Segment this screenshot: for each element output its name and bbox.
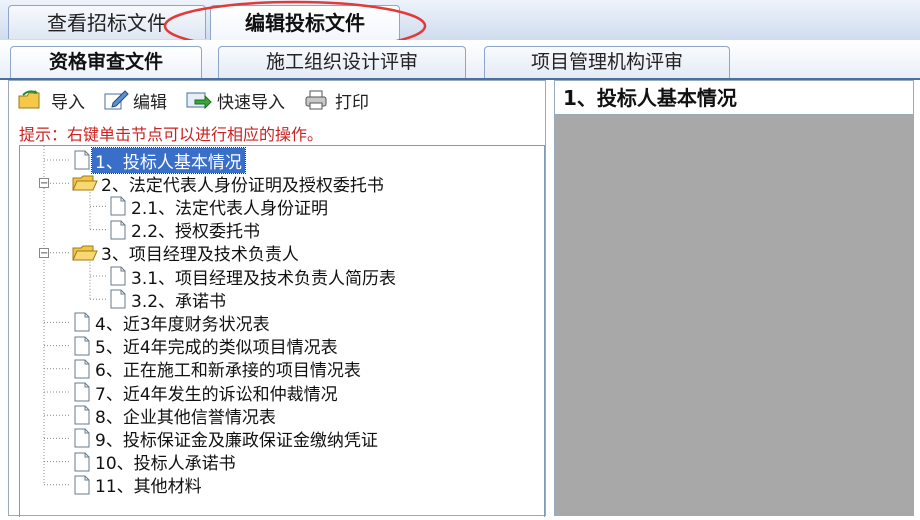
tree-toolbar: 导入 编辑 快速导入 打印 <box>17 87 387 113</box>
tree-item-label: 2、法定代表人身份证明及授权委托书 <box>101 175 384 196</box>
document-icon <box>110 196 126 216</box>
tree-item-label: 1、投标人基本情况 <box>91 146 246 174</box>
document-icon <box>74 312 90 332</box>
preview-content-area[interactable] <box>555 115 913 515</box>
tree-item-label: 2.1、法定代表人身份证明 <box>131 198 329 219</box>
outline-tree: 1、投标人基本情况 2、法定代表人身份证明及授权委托书 − 2.1、法定代表人身份证明… <box>19 145 545 517</box>
tree-child-item[interactable]: 3.1、项目经理及技术负责人简历表 <box>108 265 399 289</box>
tab-label: 施工组织设计评审 <box>265 51 418 73</box>
tree-item-label: 10、投标人承诺书 <box>95 454 236 475</box>
print-button[interactable]: 打印 <box>303 88 369 113</box>
tree-item[interactable]: 2、法定代表人身份证明及授权委托书 <box>72 172 387 196</box>
tree-item-label: 3.2、承诺书 <box>131 291 227 312</box>
printer-icon <box>305 90 327 110</box>
import-folder-icon <box>18 90 40 109</box>
tree-item[interactable]: 7、近4年发生的诉讼和仲裁情况 <box>72 381 341 405</box>
tree-child-item[interactable]: 3.2、承诺书 <box>108 288 229 312</box>
preview-panel: 1、投标人基本情况 <box>554 80 914 516</box>
document-icon <box>74 336 90 356</box>
tree-item[interactable]: 4、近3年度财务状况表 <box>72 311 273 335</box>
document-tab-strip: 查看招标文件 编辑投标文件 <box>0 0 920 41</box>
tree-item-label: 9、投标保证金及廉政保证金缴纳凭证 <box>95 430 378 451</box>
document-icon <box>110 220 126 240</box>
tab-construction-design-review[interactable]: 施工组织设计评审 <box>218 46 466 78</box>
tree-item-label: 7、近4年发生的诉讼和仲裁情况 <box>95 384 338 405</box>
document-icon <box>74 150 90 170</box>
tree-child-item[interactable]: 2.1、法定代表人身份证明 <box>108 195 331 219</box>
tree-item[interactable]: 11、其他材料 <box>72 474 205 498</box>
quick-import-label: 快速导入 <box>217 92 285 113</box>
tab-label: 资格审查文件 <box>48 51 163 73</box>
folder-open-icon <box>72 175 98 191</box>
tree-item-label: 4、近3年度财务状况表 <box>95 314 270 335</box>
quick-import-button[interactable]: 快速导入 <box>185 88 285 113</box>
tree-item[interactable]: 1、投标人基本情况 <box>72 146 246 174</box>
tree-item-label: 5、近4年完成的类似项目情况表 <box>95 338 338 359</box>
tree-item[interactable]: 3、项目经理及技术负责人 <box>72 242 302 266</box>
tree-item-label: 6、正在施工和新承接的项目情况表 <box>95 361 361 382</box>
print-label: 打印 <box>335 92 369 113</box>
tab-edit-bid-file[interactable]: 编辑投标文件 <box>210 5 400 41</box>
import-label: 导入 <box>51 92 85 113</box>
document-icon <box>74 452 90 472</box>
tab-view-tender-file[interactable]: 查看招标文件 <box>8 5 206 39</box>
document-icon <box>110 266 126 286</box>
document-icon <box>74 382 90 402</box>
import-button[interactable]: 导入 <box>17 88 85 113</box>
tab-label: 项目管理机构评审 <box>530 51 683 73</box>
edit-button[interactable]: 编辑 <box>103 88 167 113</box>
preview-title: 1、投标人基本情况 <box>555 81 913 115</box>
document-icon <box>74 405 90 425</box>
document-icon <box>110 289 126 309</box>
tree-item-label: 3、项目经理及技术负责人 <box>101 245 299 266</box>
tab-project-management-review[interactable]: 项目管理机构评审 <box>484 46 730 78</box>
tab-qualification-review[interactable]: 资格审查文件 <box>10 46 202 78</box>
document-icon <box>74 475 90 495</box>
tree-panel: 导入 编辑 快速导入 打印 提示：右键单击节点可以进行相应的操作。 1、投标人基… <box>8 80 546 517</box>
collapse-toggle-icon[interactable]: − <box>39 178 49 189</box>
tree-item[interactable]: 9、投标保证金及廉政保证金缴纳凭证 <box>72 427 381 451</box>
document-icon <box>74 359 90 379</box>
hint-text: 提示：右键单击节点可以进行相应的操作。 <box>19 125 324 144</box>
folder-open-icon <box>72 245 98 261</box>
edit-label: 编辑 <box>133 92 167 113</box>
collapse-toggle-icon[interactable]: − <box>39 247 49 258</box>
edit-pencil-icon <box>104 90 129 110</box>
tree-item-label: 2.2、授权委托书 <box>131 222 261 243</box>
tree-item[interactable]: 6、正在施工和新承接的项目情况表 <box>72 358 364 382</box>
tree-item[interactable]: 5、近4年完成的类似项目情况表 <box>72 335 341 359</box>
tree-item[interactable]: 8、企业其他信誉情况表 <box>72 404 279 428</box>
quick-import-arrow-icon <box>186 92 212 110</box>
section-tab-strip: 资格审查文件 施工组织设计评审 项目管理机构评审 <box>0 40 920 80</box>
tab-label: 查看招标文件 <box>47 11 167 35</box>
tab-label: 编辑投标文件 <box>245 11 365 35</box>
document-icon <box>74 428 90 448</box>
tree-item-label: 11、其他材料 <box>95 477 202 498</box>
tree-item-label: 8、企业其他信誉情况表 <box>95 407 276 428</box>
tree-item[interactable]: 10、投标人承诺书 <box>72 451 239 475</box>
tree-item-label: 3.1、项目经理及技术负责人简历表 <box>131 268 397 289</box>
tree-child-item[interactable]: 2.2、授权委托书 <box>108 219 263 243</box>
